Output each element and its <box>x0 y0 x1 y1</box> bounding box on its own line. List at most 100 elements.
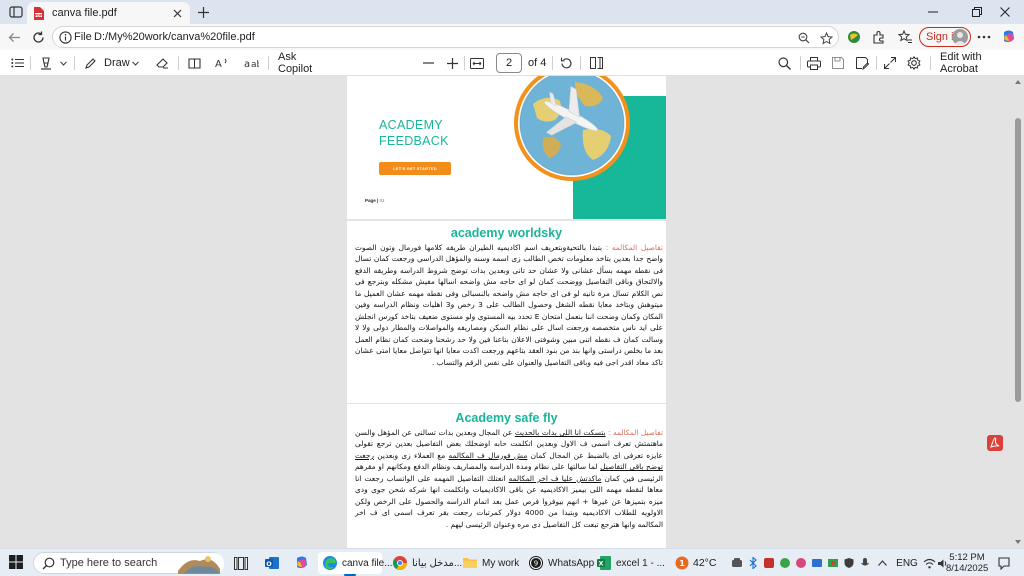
call-details-label: تفاصيل المكالمه : <box>608 428 663 437</box>
app-label: مدخل بيانا... <box>412 557 463 569</box>
tray-shield-icon[interactable] <box>842 553 856 573</box>
url-field[interactable]: File D:/My%20work/canva%20file.pdf <box>52 26 839 48</box>
favorites-icon[interactable] <box>897 29 913 45</box>
section-heading: academy worldsky <box>450 226 563 240</box>
svg-text:O: O <box>266 560 272 568</box>
close-tab-icon[interactable] <box>170 6 184 20</box>
taskbar: Type here to search O canva file.... مدخ… <box>0 548 1024 576</box>
read-aloud-icon[interactable]: A <box>214 54 230 72</box>
copilot-app-icon[interactable] <box>290 552 314 574</box>
weather-badge: 1 <box>679 559 685 568</box>
language-indicator[interactable]: ENG <box>894 553 920 573</box>
scroll-up-arrow-icon[interactable] <box>1014 78 1022 86</box>
back-icon[interactable] <box>4 28 24 46</box>
zoom-in-icon[interactable] <box>444 54 460 72</box>
tray-red-icon[interactable] <box>762 553 776 573</box>
taskbar-app-file-explorer[interactable]: My work <box>458 552 520 574</box>
cover-title-line-2: FEEDBACK <box>379 134 449 148</box>
underlined-note: بتسكت انا اللى بدات بالحديث <box>514 428 606 437</box>
minimize-icon[interactable] <box>914 0 952 24</box>
zoom-icon[interactable] <box>796 30 812 46</box>
notifications-icon[interactable] <box>994 553 1014 573</box>
browser-tab[interactable]: PDF canva file.pdf <box>27 2 190 24</box>
url-scheme: File <box>74 31 92 43</box>
extensions-puzzle-icon[interactable] <box>871 29 887 45</box>
draw-dropdown-chevron-icon[interactable] <box>130 54 140 72</box>
pdf-viewer[interactable]: ACADEMY FEEDBACK LET'S GET STARTED Page … <box>0 76 1024 548</box>
folder-icon <box>463 558 477 568</box>
edge-icon <box>323 556 337 570</box>
pdf-page-1: ACADEMY FEEDBACK LET'S GET STARTED Page … <box>347 76 666 219</box>
contents-icon[interactable] <box>8 54 26 72</box>
page-number-input[interactable]: 2 <box>496 53 522 73</box>
cover-title: ACADEMY FEEDBACK <box>379 117 449 149</box>
avatar <box>952 29 968 45</box>
tab-actions-menu-icon[interactable] <box>4 2 28 22</box>
taskbar-app-excel[interactable]: X excel 1 - ... <box>592 552 665 574</box>
acrobat-icon[interactable] <box>986 434 1004 452</box>
find-icon[interactable] <box>776 54 792 72</box>
rotate-icon[interactable] <box>558 54 574 72</box>
more-options-icon[interactable] <box>976 29 992 45</box>
copilot-icon[interactable] <box>1001 29 1017 45</box>
taskbar-search-input[interactable]: Type here to search <box>33 552 224 574</box>
close-window-icon[interactable] <box>986 0 1024 24</box>
print-icon[interactable] <box>806 54 822 72</box>
draw-label: Draw <box>104 57 130 69</box>
taskbar-app-edge[interactable]: canva file.... <box>318 552 395 576</box>
clock-date: 8/14/2025 <box>946 563 989 574</box>
pdf-file-icon: PDF <box>34 6 44 20</box>
favorite-star-icon[interactable] <box>818 30 834 46</box>
edit-with-acrobat-button[interactable]: Edit with Acrobat <box>940 51 1016 75</box>
fullscreen-icon[interactable] <box>882 54 898 72</box>
svg-text:X: X <box>598 560 603 568</box>
taskbar-app-chrome[interactable]: مدخل بيانا... <box>388 552 462 574</box>
weather-widget[interactable]: 1 42°C <box>674 553 720 573</box>
extension-globe-icon[interactable] <box>846 29 862 45</box>
tray-pink-icon[interactable] <box>794 553 808 573</box>
draw-button[interactable]: Draw <box>84 54 130 72</box>
outlook-icon[interactable]: O <box>260 552 284 574</box>
svg-text:a: a <box>244 59 250 69</box>
new-tab-icon[interactable] <box>194 3 212 21</box>
svg-text:A: A <box>215 59 222 69</box>
scroll-down-arrow-icon[interactable] <box>1014 538 1022 546</box>
underlined-note: مش فورمال ف المكالمه <box>448 450 528 460</box>
sign-in-button[interactable]: Sign in <box>919 27 971 47</box>
immersive-reader-icon[interactable] <box>186 54 202 72</box>
tray-mic-icon[interactable] <box>858 553 872 573</box>
search-highlight-image <box>174 553 224 574</box>
windows-start-icon[interactable] <box>9 555 23 569</box>
fit-page-icon[interactable] <box>468 54 486 72</box>
save-icon[interactable] <box>830 54 846 72</box>
page-view-icon[interactable] <box>588 54 604 72</box>
zoom-out-icon[interactable] <box>420 54 436 72</box>
wifi-icon[interactable] <box>922 553 936 573</box>
app-label: WhatsApp <box>548 557 595 569</box>
scrollbar-thumb[interactable] <box>1015 118 1021 402</box>
task-view-icon[interactable] <box>230 552 252 574</box>
refresh-icon[interactable] <box>28 28 48 46</box>
info-icon[interactable] <box>59 31 72 44</box>
tray-blue-icon[interactable] <box>810 553 824 573</box>
show-hidden-icons-chevron-icon[interactable] <box>874 553 890 573</box>
tray-green-icon[interactable] <box>778 553 792 573</box>
section-heading: Academy safe fly <box>455 411 558 425</box>
save-as-icon[interactable] <box>854 54 870 72</box>
eraser-icon[interactable] <box>154 54 170 72</box>
settings-gear-icon[interactable] <box>906 54 922 72</box>
tray-app-icon[interactable] <box>730 553 744 573</box>
highlight-icon[interactable] <box>38 54 54 72</box>
bluetooth-icon[interactable] <box>746 553 760 573</box>
call-details-body: مع العملاء زى وبعدين <box>377 450 446 460</box>
highlight-dropdown-chevron-icon[interactable] <box>58 54 68 72</box>
ask-copilot-button[interactable]: Ask Copilot <box>278 51 330 75</box>
address-bar: File D:/My%20work/canva%20file.pdf <box>0 24 1024 50</box>
tab-title: canva file.pdf <box>52 7 117 19</box>
app-label: excel 1 - ... <box>616 557 665 569</box>
taskbar-app-whatsapp[interactable]: 9 WhatsApp <box>524 552 594 574</box>
tray-flag-icon[interactable] <box>826 553 840 573</box>
clock[interactable]: 5:12 PM 8/14/2025 <box>946 552 988 574</box>
cover-page-number: Page | 01 <box>365 198 385 203</box>
translate-icon[interactable]: aab <box>242 54 260 72</box>
